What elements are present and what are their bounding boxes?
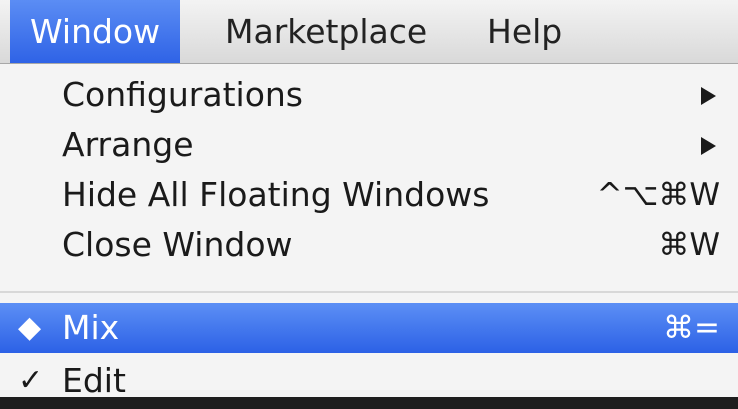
menu-item-mix[interactable]: ◆ Mix ⌘= bbox=[0, 303, 738, 353]
menu-separator bbox=[0, 291, 738, 293]
menu-help[interactable]: Help bbox=[487, 0, 562, 63]
menu-item-close-window[interactable]: Close Window ⌘W bbox=[0, 220, 738, 270]
menu-window[interactable]: Window bbox=[10, 0, 181, 63]
menu-item-label: Edit bbox=[62, 361, 126, 400]
submenu-arrow-icon bbox=[701, 137, 716, 155]
keyboard-shortcut: ⌘= bbox=[663, 310, 720, 346]
diamond-icon: ◆ bbox=[18, 310, 42, 345]
menu-item-label: Arrange bbox=[62, 125, 194, 164]
menu-item-configurations[interactable]: Configurations bbox=[0, 70, 738, 120]
menu-item-hide-all-floating-windows[interactable]: Hide All Floating Windows ^⌥⌘W bbox=[0, 170, 738, 220]
checkmark-icon: ✓ bbox=[18, 363, 44, 398]
menu-bar: Window Marketplace Help bbox=[0, 0, 738, 64]
keyboard-shortcut: ⌘W bbox=[658, 227, 720, 263]
menu-item-arrange[interactable]: Arrange bbox=[0, 120, 738, 170]
menu-item-label: Configurations bbox=[62, 75, 303, 114]
keyboard-shortcut: ^⌥⌘W bbox=[596, 177, 720, 213]
menu-item-label: Mix bbox=[62, 308, 120, 347]
menu-item-edit[interactable]: ✓ Edit bbox=[0, 353, 738, 400]
menu-item-label: Close Window bbox=[62, 225, 293, 264]
submenu-arrow-icon bbox=[701, 87, 716, 105]
menu-marketplace[interactable]: Marketplace bbox=[225, 0, 427, 63]
menu-item-label: Hide All Floating Windows bbox=[62, 175, 490, 214]
